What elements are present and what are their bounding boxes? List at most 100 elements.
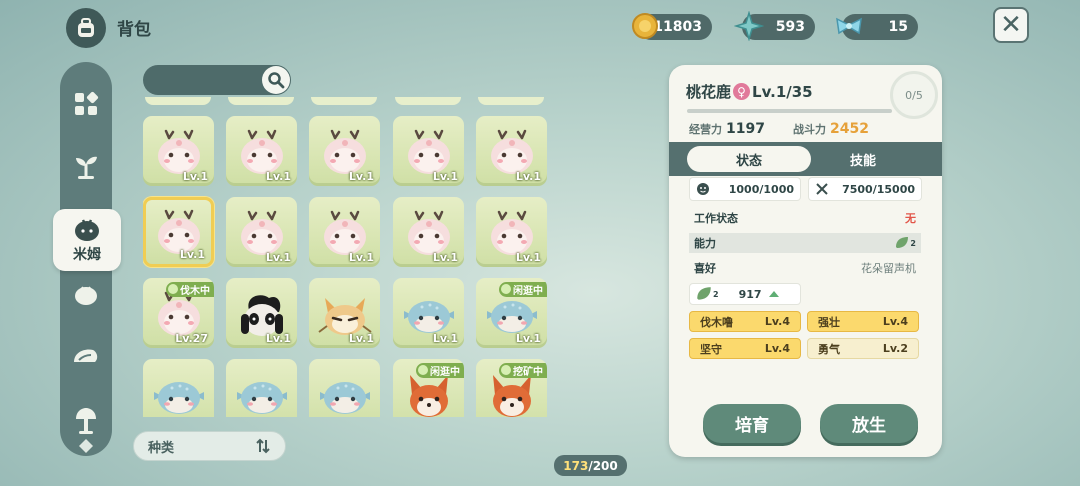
grid-slot[interactable]: 闲逛中 Lv.1 [476,278,547,348]
grid-slot-partial[interactable] [478,97,544,105]
grid-slot[interactable]: Lv.1 [476,197,547,267]
gold-coin-icon [632,13,658,39]
sidebar-item-food[interactable] [60,336,112,376]
activity-tag: 闲逛中 [416,363,464,378]
skill-name: 强壮 [818,315,840,329]
grid-slot[interactable]: 伐木中 Lv.27 [143,278,214,348]
sidebar-item-plants[interactable] [60,146,112,186]
gold-amount: 11803 [653,19,702,35]
release-button[interactable]: 放生 [820,404,918,443]
skill-chip[interactable]: 勇气 Lv.2 [807,338,919,359]
tab-skills[interactable]: 技能 [801,146,925,172]
level-label: Lv.1 [265,170,291,183]
level-label: Lv.1 [348,170,374,183]
manage-label: 经营力 [689,123,722,136]
skill-name: 坚守 [700,342,722,356]
skill-level: Lv.4 [764,342,790,355]
search-input[interactable] [153,69,253,91]
backpack-icon [66,8,106,48]
diamond-icon [79,439,93,453]
grid-slot[interactable]: Lv.1 [309,278,380,348]
leaf-ability-icon [697,287,711,300]
xp-bar [687,109,892,113]
close-button[interactable]: ✕ [993,7,1029,43]
evolve-progress: 0/5 [905,88,923,102]
grid-slot-partial[interactable] [228,97,294,105]
ability-level: 2 [910,238,916,248]
sidebar-item-all[interactable] [60,84,112,124]
leaf-bread-icon [74,349,98,362]
grid-slot[interactable]: Lv.1 [226,197,297,267]
skill-chip[interactable]: 坚守 Lv.4 [689,338,801,359]
arrow-up-icon [768,291,779,297]
grid-slot[interactable]: Lv.1 [309,116,380,186]
search-bar [143,65,291,95]
grid-slot[interactable] [226,359,297,417]
blob-creature-icon [75,286,97,305]
grid-slot[interactable]: Lv.1 [309,197,380,267]
grid-slot-selected[interactable]: Lv.1 [143,197,214,267]
sort-selector[interactable]: 种类 [133,431,286,461]
level-label: Lv.1 [348,332,374,345]
gem-amount: 15 [888,19,908,35]
activity-icon [168,284,178,294]
food-value: 7500/15000 [842,182,915,196]
hobby-row: 喜好 花朵留声机 [689,258,921,278]
hobby-value: 花朵留声机 [861,262,916,275]
level-label: Lv.1 [432,251,458,264]
food-meter: 7500/15000 [808,177,922,201]
manage-stat: 经营力 1197 [689,121,765,137]
level-label: Lv.1 [348,251,374,264]
manage-value: 1197 [726,121,765,137]
tab-status[interactable]: 状态 [687,146,811,172]
activity-tag: 挖矿中 [499,363,547,378]
skill-chip[interactable]: 伐木噜 Lv.4 [689,311,801,332]
creature-header: 桃花鹿 ♀ Lv.1/35 [686,81,813,102]
star-amount: 593 [775,19,805,35]
detail-tabs: 状态 技能 [669,142,942,176]
grid-slot-partial[interactable] [395,97,461,105]
skill-name: 勇气 [818,342,840,356]
grid-slot[interactable]: Lv.1 [393,197,464,267]
grid-slot[interactable]: Lv.1 [226,278,297,348]
grid-slot[interactable]: 挖矿中 [476,359,547,417]
ability-label: 能力 [694,237,716,250]
sidebar-active-label: 米姆 [73,247,101,263]
level-label: Lv.1 [432,332,458,345]
leaf-ability-icon [896,237,909,248]
grid-slot[interactable] [309,359,380,417]
breed-button[interactable]: 培育 [703,404,801,443]
work-label: 工作状态 [694,212,738,225]
grid-slot[interactable]: 闲逛中 [393,359,464,417]
sort-arrows-icon [256,438,270,454]
activity-label: 伐木中 [180,286,210,297]
grid-slot-partial[interactable] [311,97,377,105]
fork-knife-icon [816,183,828,195]
sprout-icon [76,156,97,179]
power-stat: 战斗力 2452 [793,121,869,137]
search-button[interactable] [262,66,290,94]
grid-slot-partial[interactable] [145,97,211,105]
grid-slot[interactable] [143,359,214,417]
grid-icon [75,91,99,115]
sidebar-scroll-indicator [60,434,112,458]
grid-slot[interactable]: Lv.1 [476,116,547,186]
mimu-creature-icon [75,219,99,241]
grid-slot[interactable]: Lv.1 [143,116,214,186]
skill-chip[interactable]: 强壮 Lv.4 [807,311,919,332]
evolve-progress-ring[interactable]: 0/5 [890,71,938,119]
face-icon [697,183,709,195]
grid-slot[interactable]: Lv.1 [393,116,464,186]
level-label: Lv.1 [182,170,208,183]
activity-icon [501,365,511,375]
hobby-label: 喜好 [694,262,716,275]
detail-panel: 桃花鹿 ♀ Lv.1/35 0/5 经营力 1197 战斗力 2452 状态 技能 … [669,65,942,457]
mood-meter: 1000/1000 [689,177,801,201]
sidebar-item-mimu[interactable]: 米姆 [53,209,121,271]
female-icon: ♀ [733,83,751,100]
work-value: 无 [905,212,916,225]
grid-slot[interactable]: Lv.1 [226,116,297,186]
grid-slot[interactable]: Lv.1 [393,278,464,348]
sidebar-item-creatures[interactable] [60,274,112,314]
creature-grid: Lv.1 Lv.1 Lv.1 Lv.1 Lv.1 Lv.1 Lv.1 Lv.1 Lv.1 Lv.1… [143,95,553,417]
